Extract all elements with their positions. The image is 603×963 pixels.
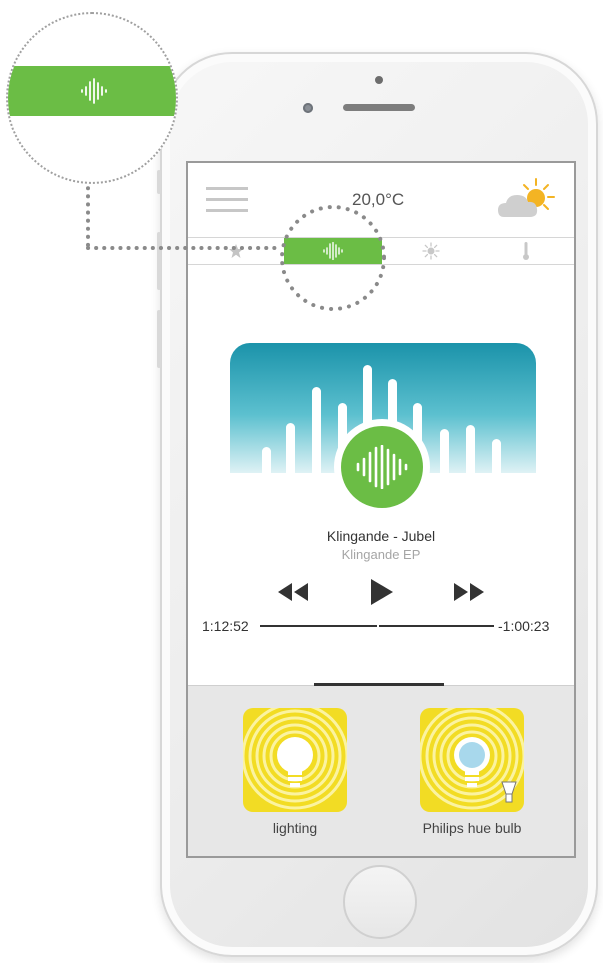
equalizer-bar (466, 425, 475, 473)
callout-active-tab (8, 66, 176, 116)
progress-slider[interactable] (260, 622, 494, 630)
play-icon (371, 579, 393, 605)
album-logo-icon (334, 419, 430, 515)
home-button[interactable] (343, 865, 417, 939)
fast-forward-icon (454, 583, 484, 601)
equalizer-bar (262, 447, 271, 473)
equalizer-bar (312, 387, 321, 473)
elapsed-time: 1:12:52 (202, 618, 249, 634)
bulb-icon (243, 708, 347, 812)
progress-handle[interactable] (377, 622, 379, 630)
device-tile-lighting[interactable]: lighting (240, 708, 350, 848)
device-label: Philips hue bulb (422, 820, 522, 836)
equalizer-bar (286, 423, 295, 473)
track-album: Klingande EP (341, 547, 421, 562)
play-button[interactable] (368, 577, 396, 607)
device-panel: lighting Philips hue bulb (188, 685, 574, 856)
device-label: lighting (272, 820, 318, 836)
hue-bulb-icon (420, 708, 524, 812)
rewind-icon (278, 583, 308, 601)
zoom-callout (6, 12, 178, 184)
volume-down-button (157, 310, 161, 368)
device-tile-hue-bulb[interactable]: Philips hue bulb (404, 708, 540, 848)
rewind-button[interactable] (276, 581, 310, 603)
equalizer-bar (492, 439, 501, 473)
sound-wave-icon (81, 78, 107, 104)
panel-handle[interactable] (314, 683, 444, 686)
equalizer-bar (440, 429, 449, 473)
fast-forward-button[interactable] (452, 581, 486, 603)
remaining-time: -1:00:23 (498, 618, 550, 634)
track-title: Klingande - Jubel (326, 528, 436, 544)
